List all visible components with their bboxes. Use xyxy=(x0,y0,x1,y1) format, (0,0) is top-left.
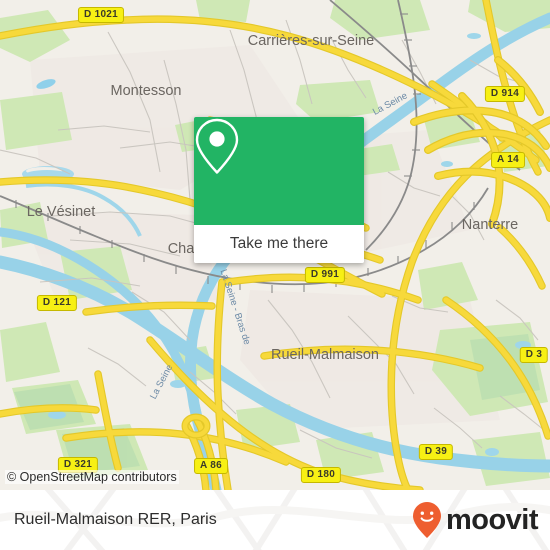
moovit-wordmark: moovit xyxy=(445,503,539,536)
card-icon-area xyxy=(194,117,364,225)
road-shield-d121: D 121 xyxy=(36,295,78,311)
road-shield-d914: D 914 xyxy=(484,86,526,102)
footer-bar: Rueil-Malmaison RER, Paris moovit xyxy=(0,490,550,550)
road-shield-d1021: D 1021 xyxy=(77,7,125,23)
location-title: Rueil-Malmaison RER, Paris xyxy=(14,511,217,528)
map-pin-icon xyxy=(195,118,239,174)
road-shield-a14: A 14 xyxy=(491,152,525,168)
road-shield-d3: D 3 xyxy=(519,347,549,363)
take-me-there-label: Take me there xyxy=(229,235,329,252)
road-shield-d39: D 39 xyxy=(418,444,454,460)
take-me-there-button[interactable]: Take me there xyxy=(194,225,364,263)
take-me-there-card[interactable]: Take me there xyxy=(194,117,364,263)
map-canvas[interactable]: Carrières-sur-Seine Montesson Le Vésinet… xyxy=(0,0,550,490)
road-shield-a86: A 86 xyxy=(194,458,228,474)
osm-attribution[interactable]: © OpenStreetMap contributors xyxy=(5,470,179,484)
road-shield-d180: D 180 xyxy=(300,467,342,483)
moovit-logo[interactable]: moovit xyxy=(412,501,539,539)
road-shield-d991: D 991 xyxy=(304,267,346,283)
screenshot-root: Carrières-sur-Seine Montesson Le Vésinet… xyxy=(0,0,550,550)
moovit-smiley-pin-icon xyxy=(412,502,441,538)
